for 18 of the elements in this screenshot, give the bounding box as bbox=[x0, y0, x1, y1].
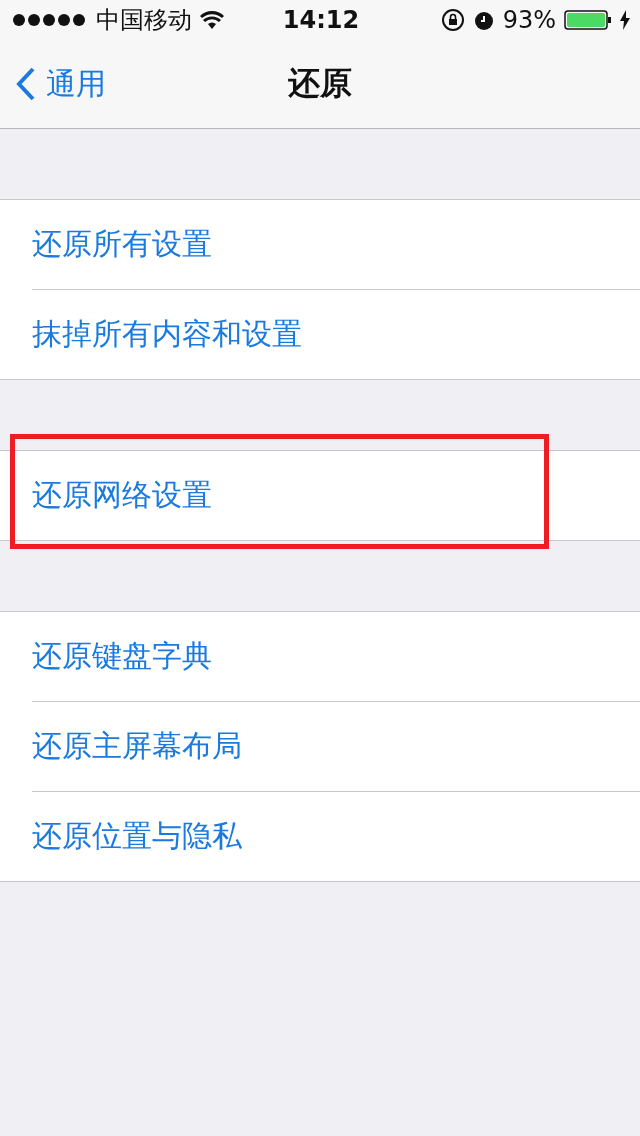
carrier-name: 中国移动 bbox=[96, 5, 192, 36]
page-title: 还原 bbox=[288, 63, 352, 104]
rotation-lock-icon bbox=[440, 8, 465, 32]
signal-icon bbox=[12, 13, 88, 27]
reset-option[interactable]: 还原键盘字典 bbox=[32, 636, 212, 677]
wifi-icon bbox=[200, 11, 224, 29]
reset-option[interactable]: 还原所有设置 bbox=[32, 224, 212, 265]
reset-option[interactable]: 抹掉所有内容和设置 bbox=[32, 314, 302, 355]
reset-option[interactable]: 还原网络设置 bbox=[32, 475, 212, 516]
chevron-left-icon bbox=[16, 66, 36, 102]
battery-percent: 93% bbox=[502, 6, 556, 34]
charging-icon bbox=[620, 10, 630, 30]
battery-icon bbox=[564, 10, 612, 30]
alarm-icon bbox=[472, 9, 495, 31]
back-button[interactable]: 通用 bbox=[0, 63, 106, 105]
reset-option[interactable]: 还原主屏幕布局 bbox=[32, 726, 242, 767]
clock-time: 14:12 bbox=[282, 6, 360, 34]
reset-option[interactable]: 还原位置与隐私 bbox=[32, 816, 242, 857]
